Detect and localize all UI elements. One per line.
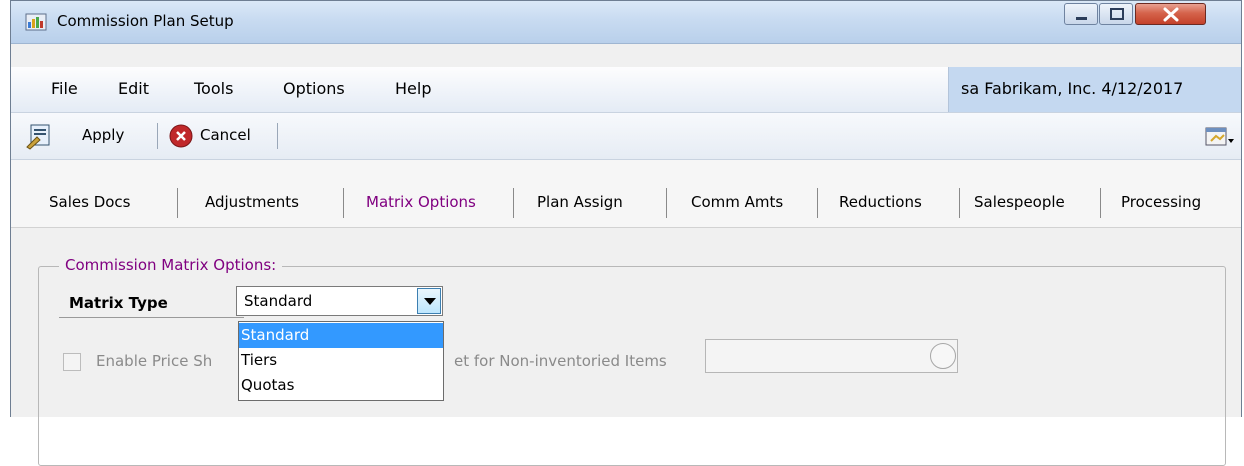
toolbar-separator bbox=[157, 123, 158, 149]
close-icon bbox=[1163, 7, 1179, 22]
option-tiers-label: Tiers bbox=[241, 351, 278, 369]
user-company-date[interactable]: sa Fabrikam, Inc. 4/12/2017 bbox=[948, 67, 1241, 112]
enable-price-sheet-label-tail: et for Non-inventoried Items bbox=[454, 352, 667, 370]
enable-price-sheet-checkbox[interactable] bbox=[63, 353, 81, 371]
matrix-type-select[interactable]: Standard bbox=[236, 286, 443, 316]
window-options-icon[interactable] bbox=[1205, 125, 1235, 153]
tab-separator bbox=[177, 188, 178, 218]
tab-separator bbox=[959, 188, 960, 218]
menu-help[interactable]: Help bbox=[395, 79, 431, 98]
apply-icon[interactable] bbox=[25, 122, 53, 154]
menu-file[interactable]: File bbox=[51, 79, 78, 98]
tab-matrix-options[interactable]: Matrix Options bbox=[366, 193, 476, 211]
toolbar-separator bbox=[277, 123, 278, 149]
menu-bar: File Edit Tools Options Help sa Fabrikam… bbox=[11, 67, 1241, 113]
enable-price-sheet-label: Enable Price Sh bbox=[96, 352, 213, 370]
option-quotas-label: Quotas bbox=[241, 376, 295, 394]
tab-sales-docs[interactable]: Sales Docs bbox=[49, 193, 130, 211]
tab-separator bbox=[1100, 188, 1101, 218]
option-standard-label: Standard bbox=[241, 326, 310, 344]
matrix-type-options-list: Standard Tiers Quotas bbox=[238, 321, 444, 401]
matrix-type-label: Matrix Type bbox=[69, 294, 168, 312]
tab-separator bbox=[513, 188, 514, 218]
chevron-down-icon bbox=[424, 298, 436, 305]
option-standard[interactable]: Standard bbox=[239, 323, 443, 348]
tab-processing[interactable]: Processing bbox=[1121, 193, 1201, 211]
tab-separator bbox=[817, 188, 818, 218]
menu-tools[interactable]: Tools bbox=[194, 79, 233, 98]
window-title: Commission Plan Setup bbox=[57, 12, 234, 30]
cancel-icon[interactable] bbox=[169, 124, 193, 152]
option-tiers[interactable]: Tiers bbox=[239, 348, 443, 373]
tab-content: Commission Matrix Options: Matrix Type S… bbox=[11, 228, 1241, 466]
matrix-type-value: Standard bbox=[244, 292, 313, 310]
option-quotas[interactable]: Quotas bbox=[239, 373, 443, 398]
lookup-icon[interactable] bbox=[930, 343, 956, 369]
price-sheet-field[interactable] bbox=[705, 339, 958, 373]
tab-adjustments[interactable]: Adjustments bbox=[205, 193, 299, 211]
maximize-button[interactable] bbox=[1099, 3, 1133, 25]
user-company-date-text: sa Fabrikam, Inc. 4/12/2017 bbox=[961, 79, 1184, 98]
cancel-button[interactable]: Cancel bbox=[200, 126, 251, 144]
tab-salespeople[interactable]: Salespeople bbox=[974, 193, 1065, 211]
menu-options[interactable]: Options bbox=[283, 79, 345, 98]
matrix-type-underline bbox=[59, 317, 244, 318]
title-bar[interactable]: Commission Plan Setup bbox=[11, 1, 1241, 44]
minimize-icon bbox=[1076, 17, 1087, 20]
tab-comm-amts[interactable]: Comm Amts bbox=[691, 193, 783, 211]
group-legend: Commission Matrix Options: bbox=[59, 256, 283, 274]
tab-plan-assign[interactable]: Plan Assign bbox=[537, 193, 623, 211]
matrix-type-dropdown-button[interactable] bbox=[417, 288, 441, 314]
app-icon bbox=[25, 13, 47, 31]
tab-separator bbox=[343, 188, 344, 218]
tab-strip: Sales Docs Adjustments Matrix Options Pl… bbox=[11, 160, 1241, 228]
toolbar: Apply Cancel bbox=[11, 113, 1241, 160]
close-button[interactable] bbox=[1135, 3, 1206, 25]
apply-button[interactable]: Apply bbox=[82, 126, 124, 144]
menu-edit[interactable]: Edit bbox=[118, 79, 149, 98]
commission-plan-setup-window: Commission Plan Setup File Edit Tools Op… bbox=[10, 0, 1242, 466]
minimize-button[interactable] bbox=[1064, 3, 1098, 25]
tab-reductions[interactable]: Reductions bbox=[839, 193, 922, 211]
maximize-icon bbox=[1110, 8, 1124, 20]
tab-separator bbox=[666, 188, 667, 218]
